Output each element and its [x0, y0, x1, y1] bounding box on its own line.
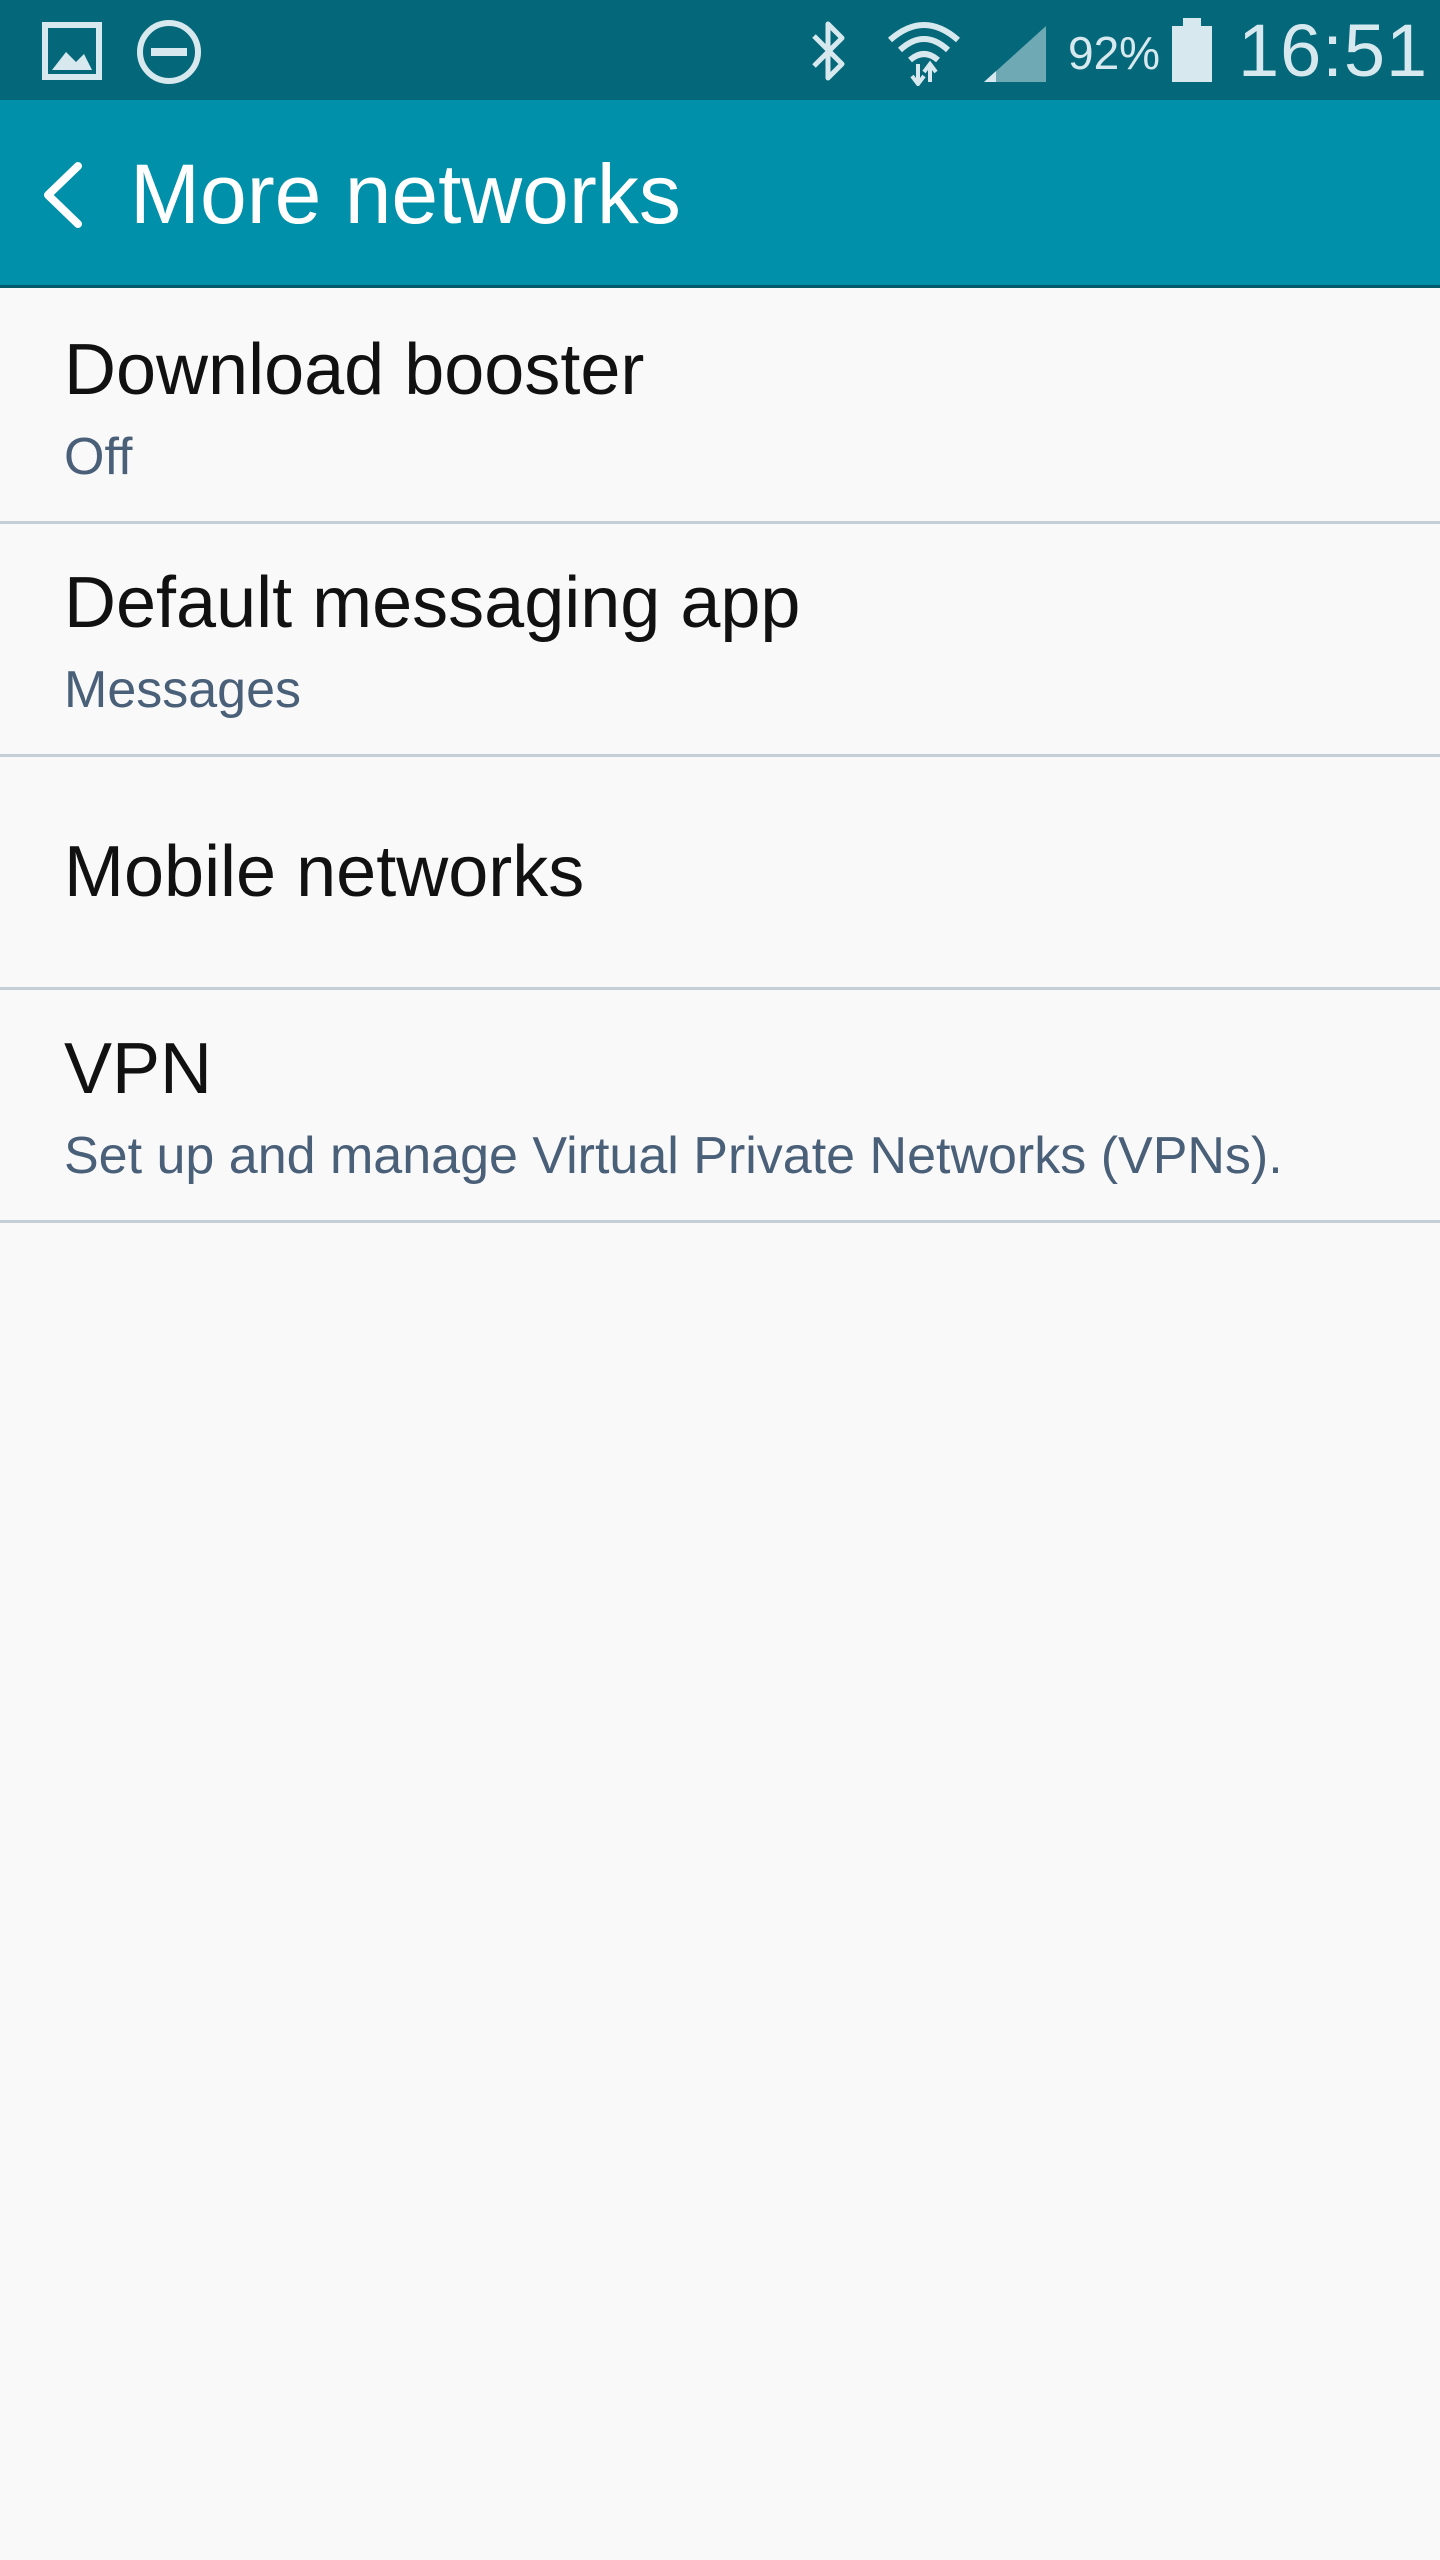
gallery-icon — [42, 22, 102, 80]
battery-icon — [1172, 18, 1212, 82]
status-bar: 92% 16:51 — [0, 0, 1440, 100]
battery-percentage: 92% — [1068, 27, 1161, 79]
item-title: Download booster — [64, 330, 645, 410]
item-title: VPN — [64, 1029, 213, 1109]
wifi-icon — [888, 22, 960, 86]
item-summary: Set up and manage Virtual Private Networ… — [64, 1127, 1283, 1185]
settings-list: Download booster Off Default messaging a… — [0, 291, 1440, 1223]
chevron-left-icon[interactable] — [22, 150, 112, 240]
list-item-mobile-networks[interactable]: Mobile networks — [0, 757, 1440, 990]
item-summary: Off — [64, 428, 133, 486]
list-item-vpn[interactable]: VPN Set up and manage Virtual Private Ne… — [0, 990, 1440, 1223]
bluetooth-icon — [812, 21, 845, 81]
do-not-disturb-icon — [137, 20, 201, 84]
page-title: More networks — [130, 147, 681, 241]
item-summary: Messages — [64, 661, 301, 719]
list-item-download-booster[interactable]: Download booster Off — [0, 291, 1440, 524]
list-item-default-messaging-app[interactable]: Default messaging app Messages — [0, 524, 1440, 757]
item-title: Default messaging app — [64, 563, 801, 643]
item-title: Mobile networks — [64, 832, 585, 912]
app-bar: More networks — [0, 100, 1440, 288]
status-clock: 16:51 — [1238, 9, 1429, 92]
signal-icon — [984, 26, 1046, 82]
